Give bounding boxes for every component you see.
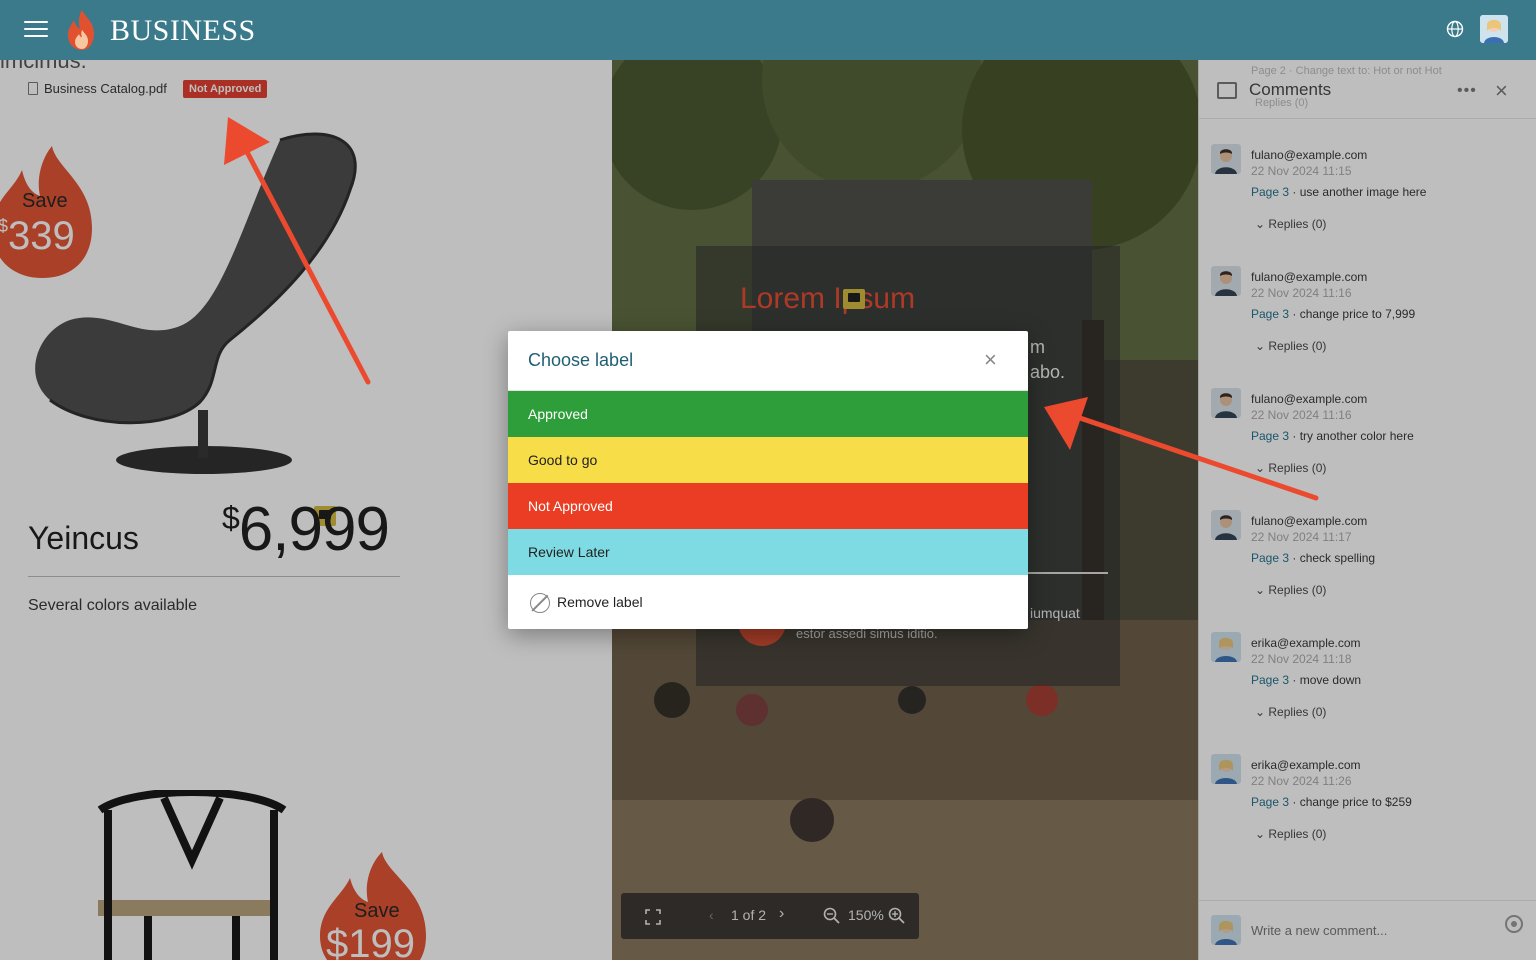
- label-option-not-approved[interactable]: Not Approved: [508, 483, 1028, 529]
- menu-icon[interactable]: [24, 21, 48, 39]
- label-option-review-later[interactable]: Review Later: [508, 529, 1028, 575]
- remove-label-text: Remove label: [557, 594, 643, 610]
- close-icon[interactable]: ×: [984, 347, 997, 373]
- remove-label-option[interactable]: Remove label: [508, 575, 1028, 629]
- brand-name: BUSINESS: [110, 14, 256, 47]
- label-option-good-to-go[interactable]: Good to go: [508, 437, 1028, 483]
- choose-label-dialog: Choose label × Approved Good to go Not App…: [508, 331, 1028, 629]
- ban-icon: [530, 593, 550, 613]
- globe-icon[interactable]: [1446, 20, 1464, 38]
- flame-logo-icon: [68, 10, 94, 50]
- dialog-title: Choose label: [528, 350, 634, 370]
- dialog-header: Choose label ×: [508, 331, 1028, 391]
- top-bar: BUSINESS: [0, 0, 1536, 60]
- label-option-approved[interactable]: Approved: [508, 391, 1028, 437]
- user-avatar[interactable]: [1480, 15, 1508, 43]
